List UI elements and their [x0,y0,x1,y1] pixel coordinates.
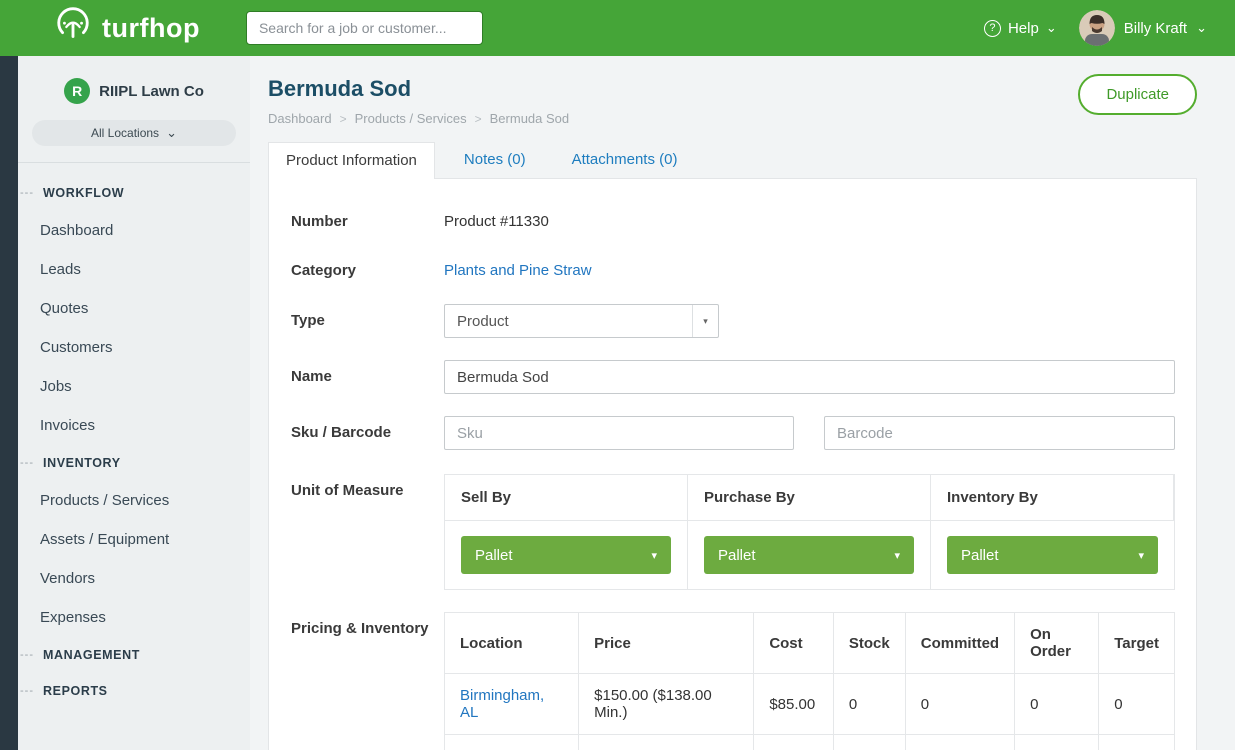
barcode-input[interactable] [824,416,1175,450]
sidebar-item-invoices[interactable]: Invoices [18,406,250,445]
table-row: Opelika, AL $145.00 ($135.00 Min.) $80.0… [445,735,1175,750]
breadcrumb-separator: > [475,112,482,126]
section-inventory: --- INVENTORY [18,445,250,481]
locations-label: All Locations [91,126,159,140]
tab-product-information[interactable]: Product Information [268,142,435,179]
company-badge: R [64,78,90,104]
section-workflow: --- WORKFLOW [18,175,250,211]
section-dash-icon: --- [20,649,36,661]
sidebar-item-assets-equipment[interactable]: Assets / Equipment [18,520,250,559]
section-dash-icon: --- [20,685,36,697]
sell-by-header: Sell By [445,475,688,521]
chevron-down-icon: ⌄ [1196,21,1207,34]
table-header-row: Location Price Cost Stock Committed On O… [445,613,1175,674]
collapsed-nav-strip [0,56,18,750]
breadcrumb-separator: > [340,112,347,126]
number-row: Number Product #11330 [291,205,1175,230]
brand-text: turfhop [102,13,200,44]
product-information-card: Number Product #11330 Category Plants an… [268,178,1197,750]
inventory-by-header: Inventory By [931,475,1174,521]
location-link-birmingham[interactable]: Birmingham, AL [460,687,544,721]
breadcrumb-products-services[interactable]: Products / Services [355,111,467,126]
type-row: Type Product ▾ [291,304,1175,338]
turfhop-logo[interactable]: turfhop [54,7,200,50]
main-content: Bermuda Sod Dashboard > Products / Servi… [250,56,1235,750]
sidebar-item-leads[interactable]: Leads [18,250,250,289]
topbar: turfhop ? Help ⌄ [0,0,1235,56]
purchase-by-header: Purchase By [688,475,931,521]
type-select[interactable]: Product ▾ [444,304,719,338]
sidebar-nav: --- WORKFLOW Dashboard Leads Quotes Cust… [18,163,250,709]
duplicate-button[interactable]: Duplicate [1078,74,1197,115]
chevron-down-icon: ▾ [1138,549,1144,562]
sidebar-item-jobs[interactable]: Jobs [18,367,250,406]
user-menu[interactable]: Billy Kraft ⌄ [1079,10,1207,46]
section-reports[interactable]: --- REPORTS [18,673,250,709]
pricing-inventory-label: Pricing & Inventory [291,612,444,750]
inventory-by-dropdown[interactable]: Pallet ▾ [947,536,1158,574]
page-header: Bermuda Sod Dashboard > Products / Servi… [268,56,1235,126]
unit-of-measure-label: Unit of Measure [291,474,444,590]
sidebar-item-quotes[interactable]: Quotes [18,289,250,328]
category-row: Category Plants and Pine Straw [291,254,1175,280]
category-label: Category [291,254,444,280]
section-management[interactable]: --- MANAGEMENT [18,637,250,673]
pricing-table: Location Price Cost Stock Committed On O… [444,612,1175,750]
sidebar-item-products-services[interactable]: Products / Services [18,481,250,520]
help-label: Help [1008,20,1039,37]
content-row: R RIIPL Lawn Co All Locations ⌄ --- WORK… [0,56,1235,750]
select-arrow-icon: ▾ [692,305,718,337]
company-name: RIIPL Lawn Co [99,83,204,100]
sku-barcode-row: Sku / Barcode [291,416,1175,450]
global-search [246,11,483,45]
unit-of-measure-grid: Sell By Purchase By Inventory By Pallet … [444,474,1175,590]
sku-barcode-label: Sku / Barcode [291,416,444,450]
category-link[interactable]: Plants and Pine Straw [444,262,592,279]
section-dash-icon: --- [20,187,36,199]
locations-dropdown[interactable]: All Locations ⌄ [32,120,236,146]
section-dash-icon: --- [20,457,36,469]
sidebar-item-vendors[interactable]: Vendors [18,559,250,598]
name-row: Name [291,360,1175,394]
sidebar-item-expenses[interactable]: Expenses [18,598,250,637]
tab-notes[interactable]: Notes (0) [447,142,543,178]
tab-attachments[interactable]: Attachments (0) [555,142,695,178]
name-label: Name [291,360,444,394]
sidebar-item-customers[interactable]: Customers [18,328,250,367]
type-label: Type [291,304,444,338]
turfhop-logo-icon [54,7,92,50]
topbar-right: ? Help ⌄ Billy Kraft ⌄ [984,10,1207,46]
sell-by-dropdown[interactable]: Pallet ▾ [461,536,671,574]
pricing-inventory-row: Pricing & Inventory Location Price Cost … [291,612,1175,750]
company-account[interactable]: R RIIPL Lawn Co [18,78,250,104]
chevron-down-icon: ⌄ [166,126,177,139]
sidebar: R RIIPL Lawn Co All Locations ⌄ --- WORK… [18,56,250,750]
avatar [1079,10,1115,46]
chevron-down-icon: ▾ [894,549,900,562]
chevron-down-icon: ▾ [651,549,657,562]
chevron-down-icon: ⌄ [1046,21,1057,34]
breadcrumb-dashboard[interactable]: Dashboard [268,111,332,126]
help-icon: ? [984,20,1001,37]
number-label: Number [291,205,444,230]
unit-of-measure-row: Unit of Measure Sell By Purchase By Inve… [291,474,1175,590]
purchase-by-dropdown[interactable]: Pallet ▾ [704,536,914,574]
help-menu[interactable]: ? Help ⌄ [984,20,1057,37]
table-row: Birmingham, AL $150.00 ($138.00 Min.) $8… [445,674,1175,735]
name-input[interactable] [444,360,1175,394]
user-name: Billy Kraft [1124,20,1187,37]
tabs: Product Information Notes (0) Attachment… [268,142,1235,178]
number-value: Product #11330 [444,205,1175,230]
breadcrumb-current: Bermuda Sod [490,111,570,126]
sku-input[interactable] [444,416,794,450]
sidebar-item-dashboard[interactable]: Dashboard [18,211,250,250]
search-input[interactable] [246,11,483,45]
